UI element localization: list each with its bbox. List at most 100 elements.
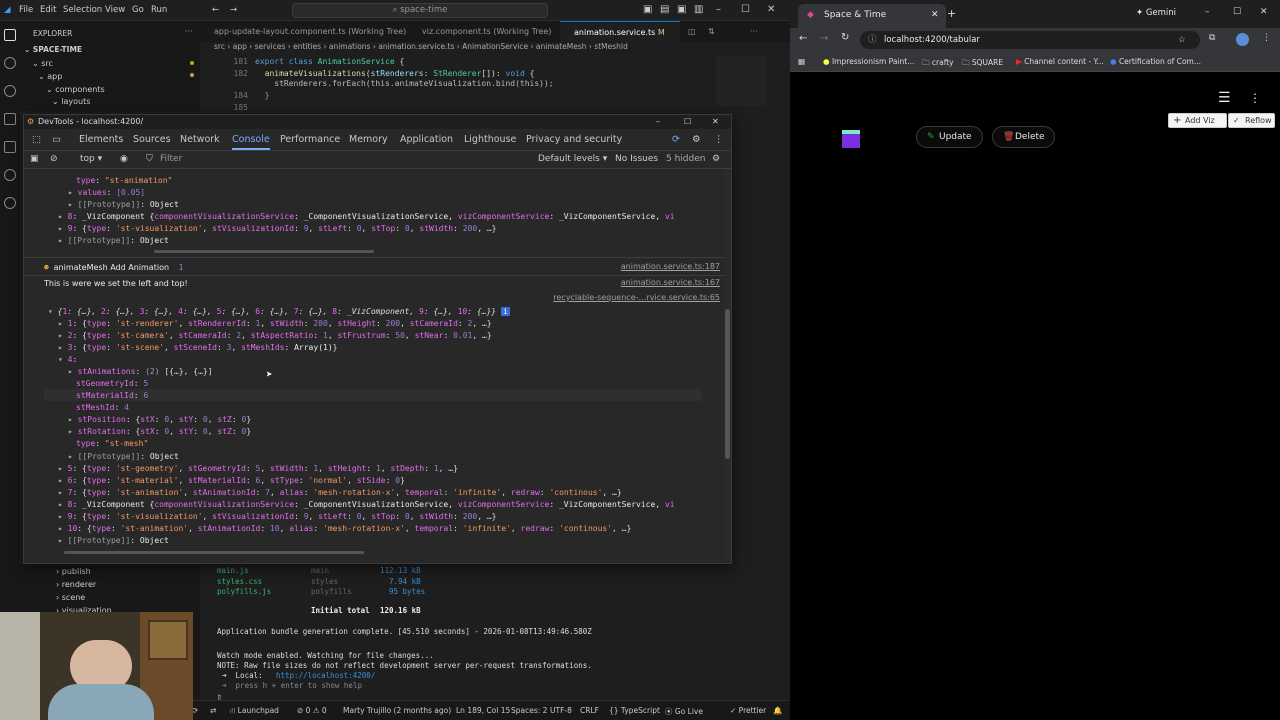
language-mode[interactable]: {} TypeScript	[609, 706, 660, 715]
horizontal-scrollbar[interactable]	[154, 250, 374, 253]
live-expression-eye-icon[interactable]: ◉	[120, 154, 128, 164]
open-changes-icon[interactable]: ⇅	[708, 21, 715, 42]
local-url[interactable]: http://localhost:4200/	[276, 671, 375, 680]
purple-cube-visualization[interactable]	[842, 128, 860, 148]
bookmark-item[interactable]: 🗀 crafty	[922, 57, 954, 70]
log-line[interactable]: ▸ [[Prototype]]: Object	[68, 199, 179, 211]
log-levels-select[interactable]: Default levels ▾	[538, 154, 607, 164]
breadcrumb[interactable]: src › app › services › entities › animat…	[200, 42, 790, 55]
log-object[interactable]: ▾ {1: {…}, 2: {…}, 3: {…}, 4: {…}, 5: {……	[48, 306, 510, 318]
bookmark-item[interactable]: ▶ Channel content - Y...	[1016, 57, 1104, 66]
close-tab-icon[interactable]: ✕	[931, 4, 939, 26]
log-line[interactable]: ▸ 1: {type: 'st-renderer', stRendererId:…	[58, 318, 492, 330]
sidebar-toggle-icon[interactable]: ▤	[660, 4, 669, 15]
aux-bar-icon[interactable]: ▥	[694, 4, 703, 15]
menu-run[interactable]: Run	[151, 5, 167, 15]
close-icon[interactable]: ✕	[767, 4, 775, 15]
log-line[interactable]: ▾ 4:	[58, 354, 77, 366]
minimize-icon[interactable]: –	[716, 4, 721, 15]
tab-app-update-layout[interactable]: app-update-layout.component.ts (Working …	[200, 21, 406, 42]
forward-arrow-icon[interactable]: →	[230, 5, 237, 15]
console-scrollbar[interactable]	[724, 169, 731, 561]
tree-app[interactable]: ⌄ app	[38, 72, 62, 81]
tab-privacy-security[interactable]: Privacy and security	[526, 134, 622, 145]
search-icon[interactable]	[4, 57, 16, 69]
menu-view[interactable]: View	[105, 5, 125, 15]
device-toggle-icon[interactable]: ▭	[52, 134, 61, 145]
tree-layouts[interactable]: ⌄ layouts	[52, 97, 90, 106]
tree-publish[interactable]: › publish	[56, 567, 91, 576]
bookmark-star-icon[interactable]: ☆	[1178, 31, 1186, 49]
maximize-icon[interactable]: ☐	[741, 4, 750, 15]
tab-viz-component[interactable]: viz.component.ts (Working Tree)	[408, 21, 558, 42]
run-debug-icon[interactable]	[4, 113, 16, 125]
log-group[interactable]: ☻ animateMesh Add Animation 1	[44, 262, 184, 274]
tab-network[interactable]: Network	[180, 134, 220, 145]
project-folder[interactable]: ⌄ SPACE-TIME	[24, 45, 82, 54]
horizontal-scrollbar[interactable]	[64, 551, 364, 554]
testing-icon[interactable]	[4, 197, 16, 209]
apps-grid-icon[interactable]: ▦	[798, 57, 805, 66]
prettier-item[interactable]: ✓ Prettier	[730, 706, 766, 715]
menu-go[interactable]: Go	[132, 5, 144, 15]
extensions-icon[interactable]: ⧉	[1209, 33, 1215, 43]
console-settings-icon[interactable]: ⚙	[712, 154, 720, 164]
log-line[interactable]: ▸ stPosition: {stX: 0, stY: 0, stZ: 0}	[68, 414, 251, 426]
bookmark-item[interactable]: 🗀 SQUARE	[962, 57, 1003, 70]
line-ending[interactable]: CRLF	[580, 706, 599, 715]
maximize-icon[interactable]: ☐	[684, 115, 691, 129]
encoding[interactable]: UTF-8	[550, 706, 572, 715]
update-button[interactable]: ✎ Update	[916, 126, 983, 148]
sidebar-toggle-icon[interactable]: ▣	[30, 154, 39, 164]
log-line[interactable]: ▸ [[Prototype]]: Object	[58, 535, 169, 547]
remote-icon[interactable]	[4, 169, 16, 181]
browser-tab[interactable]: ◆ Space & Time ✕	[798, 4, 946, 28]
more-actions-icon[interactable]: ···	[185, 27, 193, 36]
tab-console[interactable]: Console	[232, 134, 270, 150]
panel-toggle-icon[interactable]: ▣	[677, 4, 686, 15]
clear-console-icon[interactable]: ⊘	[50, 154, 58, 164]
log-line[interactable]: ▸ stAnimations: (2) [{…}, {…}]	[68, 366, 213, 378]
back-arrow-icon[interactable]: ←	[799, 33, 807, 44]
split-editor-icon[interactable]: ◫	[688, 21, 696, 42]
notifications-icon[interactable]: 🔔	[773, 706, 782, 715]
log-line[interactable]: ▸ 3: {type: 'st-scene', stSceneId: 3, st…	[58, 342, 337, 354]
sync-icon[interactable]: ⇄	[210, 706, 216, 715]
source-link[interactable]: recyclable-sequence-…rvice.service.ts:65	[553, 293, 720, 302]
chrome-menu-icon[interactable]: ⋮	[1262, 33, 1271, 43]
context-select[interactable]: top ▾	[80, 154, 102, 164]
launchpad-item[interactable]: ⛙ Launchpad	[230, 706, 279, 716]
bookmark-item[interactable]: ● Impressionism Paint...	[823, 57, 914, 66]
profile-avatar[interactable]	[1236, 33, 1249, 46]
log-line[interactable]: ▸ 8: _VizComponent {componentVisualizati…	[58, 499, 675, 511]
log-line[interactable]: ▸ [[Prototype]]: Object	[68, 451, 179, 463]
close-icon[interactable]: ✕	[712, 115, 719, 129]
back-arrow-icon[interactable]: ←	[212, 5, 219, 15]
reload-icon[interactable]: ↻	[841, 32, 849, 43]
site-info-icon[interactable]: ⓘ	[868, 31, 877, 49]
tree-renderer[interactable]: › renderer	[56, 580, 96, 589]
go-live-item[interactable]: ⦿ Go Live	[665, 706, 703, 717]
filter-input[interactable]: Filter	[160, 154, 520, 164]
minimize-icon[interactable]: –	[1205, 7, 1210, 17]
close-window-icon[interactable]: ✕	[1260, 7, 1268, 17]
tab-lighthouse[interactable]: Lighthouse	[464, 134, 516, 145]
log-line[interactable]: ▸ 2: {type: 'st-camera', stCameraId: 2, …	[58, 330, 492, 342]
tab-animation-service[interactable]: animation.service.ts M	[560, 21, 680, 42]
log-line[interactable]: ▸ values: [0.05]	[68, 187, 145, 199]
maximize-icon[interactable]: ☐	[1233, 7, 1241, 17]
command-center-search[interactable]: ⌕ space-time	[292, 3, 548, 18]
log-line[interactable]: ▸ 9: {type: 'st-visualization', stVisual…	[58, 223, 496, 235]
log-line[interactable]: ▸ 8: _VizComponent {componentVisualizati…	[58, 211, 675, 223]
menu-edit[interactable]: Edit	[40, 5, 56, 15]
log-line[interactable]: ▸ stRotation: {stX: 0, stY: 0, stZ: 0}	[68, 426, 251, 438]
git-blame-item[interactable]: Marty Trujillo (2 months ago)	[343, 706, 451, 715]
source-control-icon[interactable]	[4, 85, 16, 97]
scroll-thumb[interactable]	[725, 309, 730, 459]
inspect-icon[interactable]: ⬚	[32, 134, 41, 145]
settings-gear-icon[interactable]: ⚙	[692, 134, 701, 145]
hamburger-menu-icon[interactable]: ☰	[1218, 90, 1231, 106]
explorer-icon[interactable]	[4, 29, 16, 41]
add-viz-button[interactable]: + Add Viz	[1168, 113, 1227, 128]
minimap[interactable]	[716, 56, 766, 106]
